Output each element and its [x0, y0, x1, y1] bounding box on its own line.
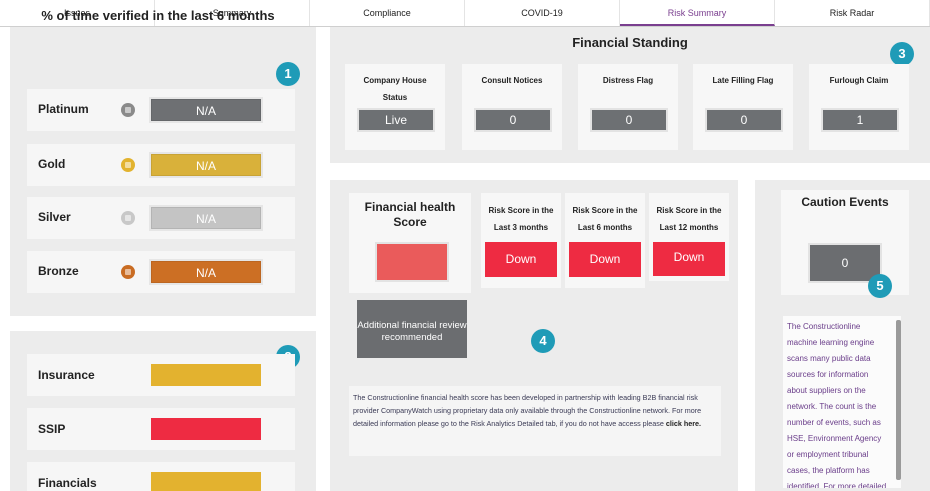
risk-label: Risk Score in the Last 3 months — [488, 206, 554, 232]
tab-covid-19[interactable]: COVID-19 — [465, 0, 620, 26]
financial-health-description-text: The Constructionline financial health sc… — [353, 393, 702, 428]
tab-compliance[interactable]: Compliance — [310, 0, 465, 26]
compliance-label: SSIP — [38, 422, 66, 436]
tier-label: Platinum — [38, 102, 89, 116]
platinum-medal-icon — [121, 103, 135, 117]
fs-value: 0 — [592, 110, 666, 130]
risk-score-6-months: Risk Score in the Last 6 months Down — [565, 193, 645, 288]
tier-label: Silver — [38, 210, 71, 224]
compliance-label: Financials — [38, 476, 97, 490]
risk-score-3-months: Risk Score in the Last 3 months Down — [481, 193, 561, 288]
fs-label: Distress Flag — [602, 76, 654, 85]
fs-label: Company House Status — [363, 76, 427, 102]
fs-value: 1 — [823, 110, 897, 130]
fs-label: Furlough Claim — [829, 76, 889, 85]
verification-title: % of time verified in the last 6 months — [41, 8, 275, 23]
silver-medal-icon — [121, 211, 135, 225]
risk-score-12-months: Risk Score in the Last 12 months Down — [649, 193, 729, 281]
fs-card-furlough-claim: Furlough Claim 1 — [809, 64, 909, 150]
fs-card-distress-flag: Distress Flag 0 — [578, 64, 678, 150]
risk-label: Risk Score in the Last 12 months — [656, 206, 722, 232]
financial-health-description: The Constructionline financial health sc… — [349, 386, 721, 456]
bronze-value-bar: N/A — [151, 261, 261, 283]
financials-status-bar — [151, 472, 261, 491]
insurance-status-bar — [151, 364, 261, 386]
tier-row-platinum: Platinum N/A — [27, 89, 295, 131]
caution-events-scrollbar[interactable] — [896, 320, 901, 480]
risk-value: Down — [485, 242, 557, 277]
fs-label: Late Filling Flag — [712, 76, 774, 85]
compliance-row-insurance: Insurance — [27, 354, 295, 396]
fs-value: 0 — [476, 110, 550, 130]
financial-health-title: Financial health Score — [364, 200, 456, 229]
tab-risk-summary[interactable]: Risk Summary — [620, 0, 775, 26]
compliance-row-financials: Financials — [27, 462, 295, 491]
marker-badge-3: 3 — [890, 42, 914, 66]
tier-row-silver: Silver N/A — [27, 197, 295, 239]
platinum-value-bar: N/A — [151, 99, 261, 121]
fs-value: 0 — [707, 110, 781, 130]
tier-label: Bronze — [38, 264, 79, 278]
financial-health-score-indicator — [377, 244, 447, 280]
risk-label: Risk Score in the Last 6 months — [572, 206, 638, 232]
bronze-medal-icon — [121, 265, 135, 279]
marker-badge-5: 5 — [868, 274, 892, 298]
fs-card-consult-notices: Consult Notices 0 — [462, 64, 562, 150]
financial-standing-title: Financial Standing — [572, 35, 688, 50]
tier-row-bronze: Bronze N/A — [27, 251, 295, 293]
marker-badge-1: 1 — [276, 62, 300, 86]
ssip-status-bar — [151, 418, 261, 440]
tab-risk-radar[interactable]: Risk Radar — [775, 0, 930, 26]
tier-label: Gold — [38, 157, 66, 171]
fs-card-company-house: Company House Status Live — [345, 64, 445, 150]
caution-events-title: Caution Events — [801, 195, 889, 209]
gold-medal-icon — [121, 158, 135, 172]
click-here-link[interactable]: click here. — [666, 419, 701, 428]
risk-value: Down — [653, 242, 725, 276]
fs-label: Consult Notices — [481, 76, 543, 85]
fs-value: Live — [359, 110, 433, 130]
caution-events-description: The Constructionline machine learning en… — [783, 316, 901, 488]
marker-badge-4: 4 — [531, 329, 555, 353]
caution-events-count: 0 — [810, 245, 880, 281]
financial-review-notice: Additional financial review recommended — [357, 300, 467, 358]
silver-value-bar: N/A — [151, 207, 261, 229]
compliance-label: Insurance — [38, 368, 95, 382]
risk-value: Down — [569, 242, 641, 277]
gold-value-bar: N/A — [151, 154, 261, 176]
tier-row-gold: Gold N/A — [27, 144, 295, 186]
fs-card-late-filling: Late Filling Flag 0 — [693, 64, 793, 150]
compliance-row-ssip: SSIP — [27, 408, 295, 450]
